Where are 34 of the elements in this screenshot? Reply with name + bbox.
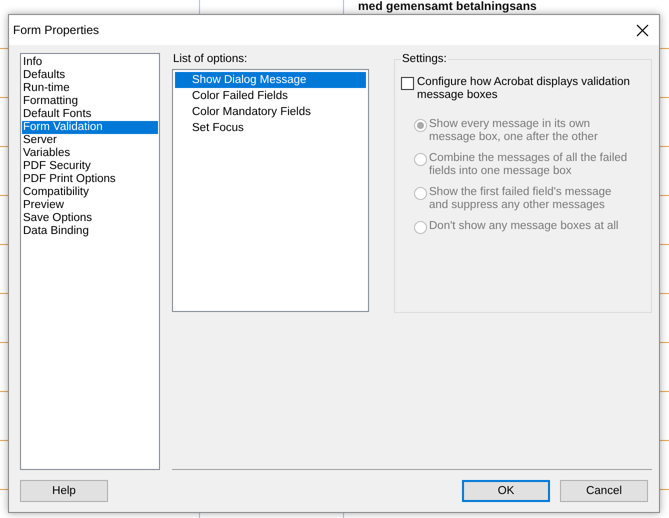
ok-button[interactable]: OK [462, 480, 550, 502]
option-item[interactable]: Color Mandatory Fields [175, 104, 366, 120]
category-item[interactable]: Default Fonts [22, 108, 158, 121]
close-icon[interactable] [636, 24, 649, 36]
option-item[interactable]: Show Dialog Message [175, 72, 366, 88]
category-item[interactable]: Preview [22, 199, 158, 212]
radio-label: Don't show any message boxes at all [429, 220, 620, 233]
checkbox-label: Configure how Acrobat displays validation message boxes [417, 76, 631, 102]
radio-label: Combine the messages of all the failed fields into one message box [429, 152, 628, 178]
category-item[interactable]: Info [22, 56, 158, 69]
category-item[interactable]: Variables [22, 147, 158, 160]
radio-label: Show the first failed field's message and suppress any other messages [429, 186, 612, 212]
category-item[interactable]: Compatibility [22, 186, 158, 199]
options-list[interactable]: Show Dialog Message Color Failed Fields Color Mandatory Fields Set Focus [172, 69, 369, 312]
radio-label: Show every message in its own message box, one after the other [429, 118, 599, 144]
category-item[interactable]: Server [22, 134, 158, 147]
option-item[interactable]: Color Failed Fields [175, 88, 366, 104]
category-item[interactable]: PDF Print Options [22, 173, 158, 186]
help-button[interactable]: Help [20, 480, 108, 502]
window-title: Form Properties [13, 23, 100, 37]
checkbox[interactable] [401, 77, 414, 90]
category-item[interactable]: PDF Security [22, 160, 158, 173]
document-heading: med gemensamt betalningsans [358, 0, 537, 13]
category-item[interactable]: Save Options [22, 212, 158, 225]
category-item[interactable]: Defaults [22, 69, 158, 82]
category-item[interactable]: Form Validation [22, 121, 158, 134]
option-item[interactable]: Set Focus [175, 120, 366, 136]
category-item[interactable]: Run-time [22, 82, 158, 95]
options-label: List of options: [173, 52, 248, 66]
category-item[interactable]: Formatting [22, 95, 158, 108]
category-list[interactable]: Info Defaults Run-time Formatting Default Fonts Form Validation Server Variables PDF Security PDF Print Options Compatibility Preview Save Options Data Binding [20, 53, 160, 470]
cancel-button[interactable]: Cancel [560, 480, 648, 502]
category-item[interactable]: Data Binding [22, 225, 158, 238]
settings-legend: Settings: [401, 52, 448, 66]
